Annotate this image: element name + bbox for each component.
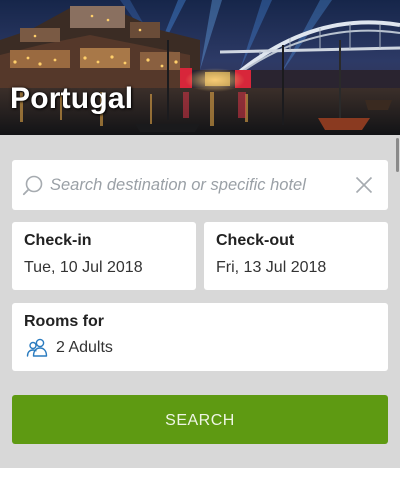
checkout-label: Check-out bbox=[216, 232, 295, 249]
bottom-divider bbox=[0, 468, 400, 478]
search-placeholder: Search destination or specific hotel bbox=[50, 176, 306, 194]
checkout-field[interactable]: Check-out Fri, 13 Jul 2018 bbox=[204, 222, 388, 290]
close-icon[interactable] bbox=[355, 176, 373, 194]
checkout-date: Fri, 13 Jul 2018 bbox=[216, 259, 327, 276]
checkin-date: Tue, 10 Jul 2018 bbox=[24, 259, 143, 276]
destination-title: Portugal bbox=[10, 82, 134, 115]
search-input[interactable]: Search destination or specific hotel bbox=[12, 160, 388, 210]
hotel-search-screen: Portugal Search destination or specific … bbox=[0, 0, 400, 478]
search-icon bbox=[22, 175, 43, 196]
hero-banner: Portugal bbox=[0, 0, 400, 135]
search-button[interactable]: SEARCH bbox=[12, 395, 388, 444]
scrollbar[interactable] bbox=[396, 138, 399, 172]
checkin-field[interactable]: Check-in Tue, 10 Jul 2018 bbox=[12, 222, 196, 290]
checkin-label: Check-in bbox=[24, 232, 92, 249]
rooms-label: Rooms for bbox=[24, 313, 104, 330]
guests-icon bbox=[26, 338, 48, 357]
guests-count: 2 Adults bbox=[56, 339, 113, 356]
rooms-field[interactable]: Rooms for 2 Adults bbox=[12, 303, 388, 371]
